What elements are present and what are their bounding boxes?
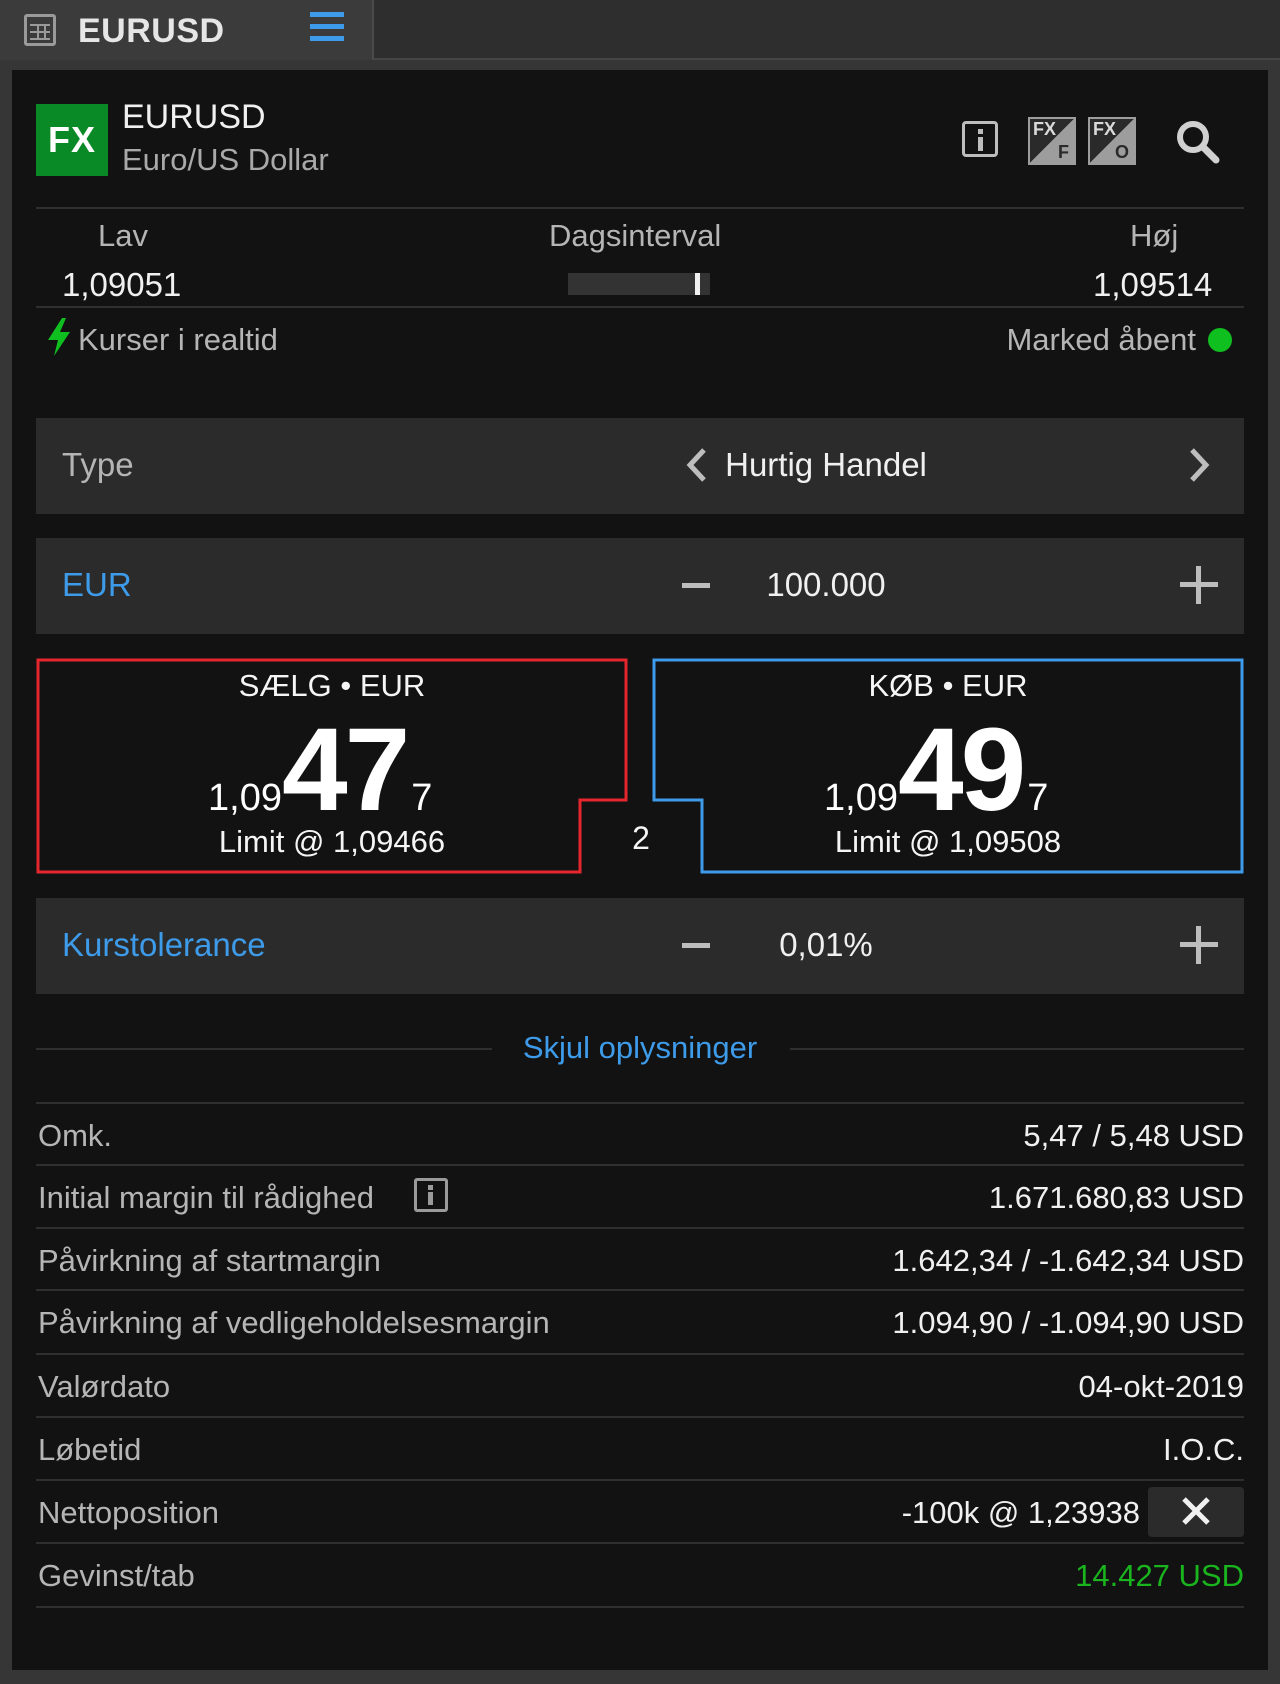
toggle-details-link[interactable]: Skjul oplysninger: [0, 1030, 1280, 1066]
detail-row-value-date: Valørdato 04-okt-2019: [36, 1353, 1244, 1415]
high-label: Høj: [1130, 218, 1179, 253]
sell-label: SÆLG • EUR: [238, 668, 426, 703]
search-icon[interactable]: [1174, 118, 1222, 166]
buy-price: 1,0949 7: [824, 704, 1049, 836]
day-range-label: Dagsinterval: [549, 218, 722, 253]
high-value: 1,09514: [1093, 266, 1213, 303]
market-status-label: Marked åbent: [1006, 322, 1196, 357]
fx-option-icon[interactable]: FX O: [1088, 117, 1136, 165]
info-icon[interactable]: [414, 1178, 448, 1212]
lightning-icon: [48, 318, 70, 356]
spread-value: 2: [632, 820, 650, 856]
chevron-right-icon[interactable]: [1174, 440, 1224, 490]
amount-increase-button[interactable]: [1174, 560, 1224, 610]
buy-limit: Limit @ 1,09508: [834, 824, 1062, 859]
detail-row-maintenance-margin: Påvirkning af vedligeholdelsesmargin 1.0…: [36, 1289, 1244, 1351]
day-range-marker: [695, 273, 700, 295]
info-icon[interactable]: [962, 121, 998, 157]
close-position-button[interactable]: [1148, 1487, 1244, 1537]
sell-price: 1,0947 7: [208, 704, 433, 836]
tolerance-row: Kurstolerance 0,01%: [36, 898, 1244, 994]
amount-value[interactable]: 100.000: [676, 566, 976, 604]
order-type-row: Type Hurtig Handel: [36, 418, 1244, 514]
order-type-label: Type: [62, 446, 134, 483]
fx-forward-icon[interactable]: FX F: [1028, 117, 1076, 165]
grid-icon: [24, 14, 56, 46]
detail-row-pnl: Gevinst/tab 14.427 USD: [36, 1542, 1244, 1604]
detail-row-net-position: Nettoposition -100k @ 1,23938: [36, 1479, 1244, 1541]
day-range-bar: [568, 273, 710, 295]
divider: [36, 1606, 1244, 1608]
amount-row: EUR 100.000: [36, 538, 1244, 634]
detail-row-initial-margin: Initial margin til rådighed 1.671.680,83…: [36, 1164, 1244, 1226]
tolerance-increase-button[interactable]: [1174, 920, 1224, 970]
tab-title: EURUSD: [78, 12, 225, 50]
detail-row-cost: Omk. 5,47 / 5,48 USD: [36, 1102, 1244, 1164]
divider: [36, 306, 1244, 308]
amount-currency[interactable]: EUR: [62, 566, 132, 604]
market-open-dot: [1208, 328, 1232, 352]
low-label: Lav: [98, 218, 148, 253]
tolerance-value[interactable]: 0,01%: [676, 926, 976, 964]
fx-badge: FX: [36, 104, 108, 176]
tab-bar: EURUSD: [0, 0, 1280, 60]
sell-limit: Limit @ 1,09466: [218, 824, 446, 859]
close-icon: [1182, 1497, 1210, 1525]
instrument-symbol: EURUSD: [122, 98, 266, 136]
tolerance-label[interactable]: Kurstolerance: [62, 926, 266, 964]
buy-label: KØB • EUR: [868, 668, 1028, 703]
detail-row-duration: Løbetid I.O.C.: [36, 1416, 1244, 1478]
tab-eurusd[interactable]: EURUSD: [0, 0, 374, 60]
order-type-value: Hurtig Handel: [725, 446, 927, 483]
hamburger-menu-icon[interactable]: [310, 12, 344, 42]
instrument-description: Euro/US Dollar: [122, 142, 329, 177]
detail-row-start-margin: Påvirkning af startmargin 1.642,34 / -1.…: [36, 1227, 1244, 1289]
low-value: 1,09051: [62, 266, 182, 303]
realtime-status: Kurser i realtid: [46, 318, 278, 358]
divider: [36, 207, 1244, 209]
